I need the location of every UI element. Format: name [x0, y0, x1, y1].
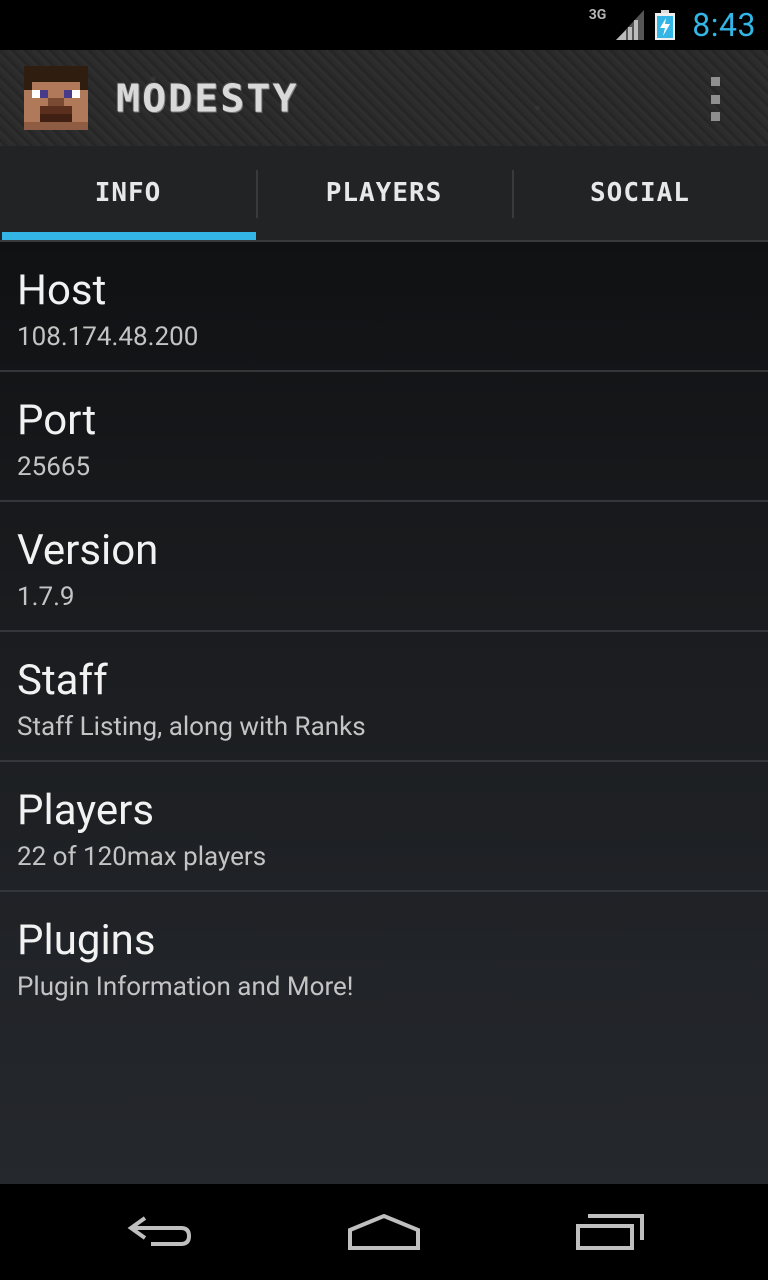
list-item-plugins[interactable]: Plugins Plugin Information and More!: [0, 892, 768, 1022]
item-subtitle: 22 of 120max players: [17, 842, 267, 872]
overflow-dot: [710, 77, 720, 86]
signal-icon: [616, 10, 645, 40]
battery-charging-icon: [655, 10, 676, 40]
tab-bar: INFO PLAYERS SOCIAL: [0, 146, 768, 242]
list-item-port[interactable]: Port 25665: [0, 372, 768, 502]
list-item-players[interactable]: Players 22 of 120max players: [0, 762, 768, 892]
list-item-host[interactable]: Host 108.174.48.200: [0, 242, 768, 372]
tab-players[interactable]: PLAYERS: [256, 146, 512, 240]
item-title: Plugins: [17, 916, 156, 965]
list-item-staff[interactable]: Staff Staff Listing, along with Ranks: [0, 632, 768, 762]
item-title: Version: [17, 526, 159, 575]
item-title: Players: [17, 786, 155, 835]
home-icon-glyph: [348, 1213, 420, 1250]
network-type-label: 3G: [588, 7, 607, 23]
status-icons: 3G 8:43: [589, 0, 756, 50]
item-subtitle: 25665: [17, 452, 91, 482]
item-title: Staff: [17, 656, 108, 705]
tab-social[interactable]: SOCIAL: [512, 146, 768, 240]
back-icon-glyph: [127, 1216, 192, 1246]
tab-info[interactable]: INFO: [0, 146, 256, 240]
overflow-menu-icon[interactable]: [702, 77, 728, 121]
minecraft-face-icon[interactable]: [24, 66, 88, 130]
back-icon[interactable]: [110, 1204, 210, 1260]
item-subtitle: Plugin Information and More!: [17, 972, 354, 1002]
status-bar: 3G 8:43: [0, 0, 768, 50]
item-subtitle: Staff Listing, along with Ranks: [17, 712, 366, 742]
overflow-dot: [710, 94, 720, 104]
item-title: Port: [17, 396, 97, 445]
item-subtitle: 1.7.9: [17, 582, 75, 612]
list-item-version[interactable]: Version 1.7.9: [0, 502, 768, 632]
overflow-dot: [710, 112, 720, 121]
action-bar: MODESTY: [0, 50, 768, 146]
recents-icon-glyph: [576, 1214, 644, 1250]
home-icon[interactable]: [334, 1204, 434, 1260]
recents-icon[interactable]: [560, 1204, 660, 1260]
item-title: Host: [17, 266, 107, 315]
selected-tab-indicator: [2, 232, 256, 240]
app-title: MODESTY: [116, 77, 299, 121]
navigation-bar: [0, 1184, 768, 1280]
clock: 8:43: [692, 6, 756, 44]
info-list: Host 108.174.48.200 Port 25665 Version 1…: [0, 242, 768, 1184]
item-subtitle: 108.174.48.200: [17, 322, 199, 352]
